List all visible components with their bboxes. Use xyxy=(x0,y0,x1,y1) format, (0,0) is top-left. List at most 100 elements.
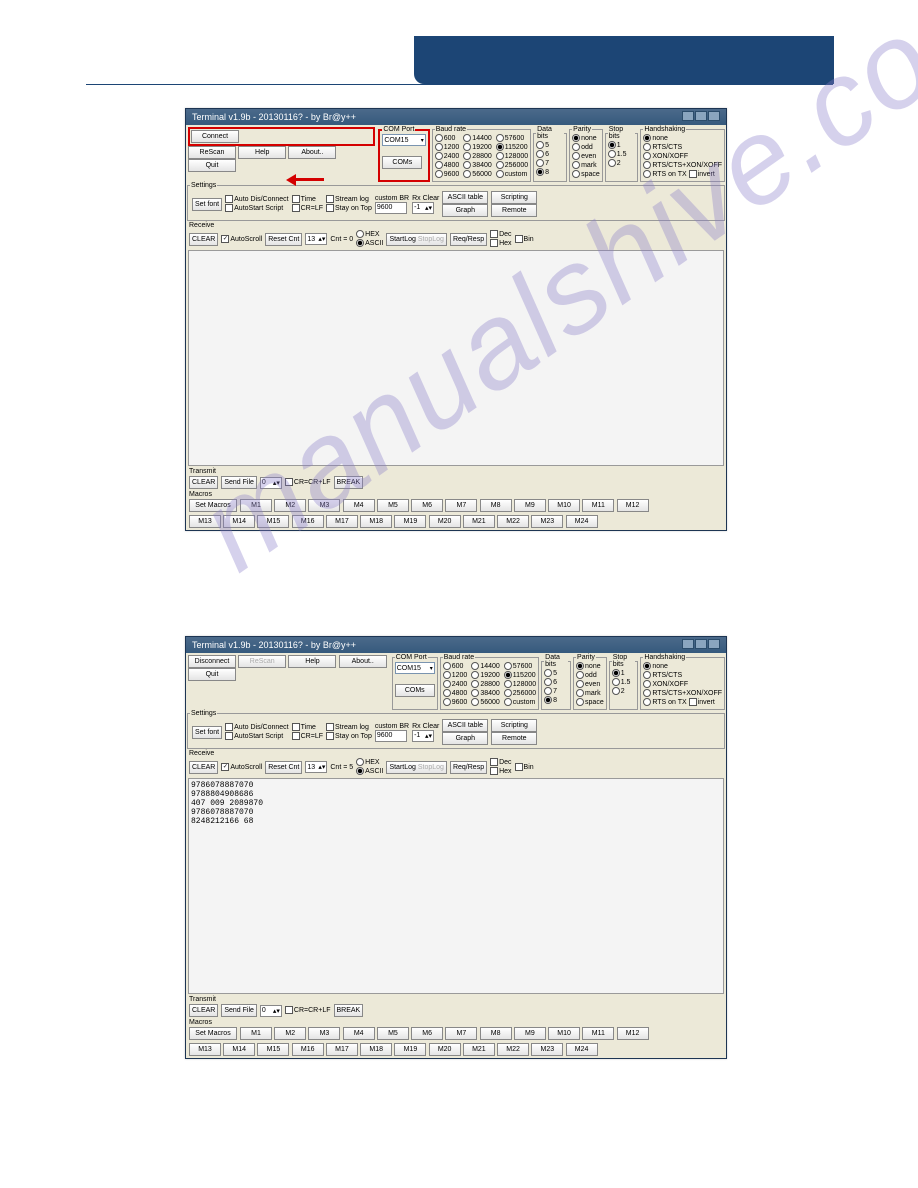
crlf-check[interactable]: CR=LF xyxy=(292,732,323,741)
startlog-button[interactable]: StartLog StopLog xyxy=(386,761,447,774)
macro-m12[interactable]: M12 xyxy=(617,499,649,512)
autoscroll-check[interactable]: AutoScroll xyxy=(221,235,262,244)
baud-256000[interactable]: 256000 xyxy=(504,689,536,698)
macro-m12[interactable]: M12 xyxy=(617,1027,649,1040)
baud-9600[interactable]: 9600 xyxy=(443,698,468,707)
coms-button[interactable]: COMs xyxy=(382,156,422,169)
hex-check[interactable]: Hex xyxy=(490,239,511,248)
custombr-input[interactable]: 9600 xyxy=(375,730,407,742)
cnt-spin[interactable]: 13▴▾ xyxy=(305,233,327,245)
parity-even[interactable]: even xyxy=(572,152,600,161)
macro-m1[interactable]: M1 xyxy=(240,1027,272,1040)
macro-m11[interactable]: M11 xyxy=(582,1027,614,1040)
baud-56000[interactable]: 56000 xyxy=(471,698,499,707)
baud-4800[interactable]: 4800 xyxy=(443,689,468,698)
about-button[interactable]: About.. xyxy=(339,655,387,668)
reqresp-button[interactable]: Req/Resp xyxy=(450,761,487,774)
remote-button[interactable]: Remote xyxy=(491,204,537,217)
tx-spin[interactable]: 0▴▾ xyxy=(260,477,282,489)
macro-m7[interactable]: M7 xyxy=(445,499,477,512)
baud-9600[interactable]: 9600 xyxy=(435,170,460,179)
databits-6[interactable]: 6 xyxy=(536,150,564,159)
rxclear-input[interactable]: -1▴▾ xyxy=(412,202,434,214)
baud-28800[interactable]: 28800 xyxy=(463,152,491,161)
baud-256000[interactable]: 256000 xyxy=(496,161,528,170)
stopbits-2[interactable]: 2 xyxy=(608,159,636,168)
clear-rx-button[interactable]: CLEAR xyxy=(189,233,218,246)
coms-button[interactable]: COMs xyxy=(395,684,435,697)
parity-space[interactable]: space xyxy=(572,170,600,179)
dec-check[interactable]: Dec xyxy=(490,758,511,767)
baud-14400[interactable]: 14400 xyxy=(463,134,491,143)
baud-128000[interactable]: 128000 xyxy=(496,152,528,161)
disconnect-button[interactable]: Disconnect xyxy=(188,655,236,668)
crlf-check[interactable]: CR=LF xyxy=(292,204,323,213)
scripting-button[interactable]: Scripting xyxy=(491,719,537,732)
macro-m23[interactable]: M23 xyxy=(531,1043,563,1056)
hs-rtsontx[interactable]: RTS on TX xyxy=(643,171,686,178)
baud-2400[interactable]: 2400 xyxy=(443,680,468,689)
macro-m15[interactable]: M15 xyxy=(257,515,289,528)
baud-38400[interactable]: 38400 xyxy=(471,689,499,698)
macro-m5[interactable]: M5 xyxy=(377,1027,409,1040)
baud-115200[interactable]: 115200 xyxy=(496,143,528,152)
parity-odd[interactable]: odd xyxy=(572,143,600,152)
hs-rtscts[interactable]: RTS/CTS xyxy=(643,143,722,152)
macro-m9[interactable]: M9 xyxy=(514,1027,546,1040)
databits-6[interactable]: 6 xyxy=(544,678,568,687)
autostart-script[interactable]: AutoStart Script xyxy=(225,732,288,741)
clear-rx-button[interactable]: CLEAR xyxy=(189,761,218,774)
baud-28800[interactable]: 28800 xyxy=(471,680,499,689)
baud-115200[interactable]: 115200 xyxy=(504,671,536,680)
setmacros-button[interactable]: Set Macros xyxy=(189,1027,237,1040)
crcrlf-check[interactable]: CR=CR+LF xyxy=(285,1006,331,1015)
parity-space[interactable]: space xyxy=(576,698,604,707)
macro-m9[interactable]: M9 xyxy=(514,499,546,512)
baud-1200[interactable]: 1200 xyxy=(435,143,460,152)
connect-button[interactable]: Connect xyxy=(191,130,239,143)
hs-rtscts[interactable]: RTS/CTS xyxy=(643,671,722,680)
stopbits-15[interactable]: 1.5 xyxy=(608,150,636,159)
parity-odd[interactable]: odd xyxy=(576,671,604,680)
rx-hex[interactable]: HEX xyxy=(356,230,383,239)
rx-ascii[interactable]: ASCII xyxy=(356,767,383,776)
break-button[interactable]: BREAK xyxy=(334,1004,364,1017)
hs-none[interactable]: none xyxy=(643,662,722,671)
macro-m8[interactable]: M8 xyxy=(480,1027,512,1040)
macro-m11[interactable]: M11 xyxy=(582,499,614,512)
stopbits-15[interactable]: 1.5 xyxy=(612,678,636,687)
macro-m2[interactable]: M2 xyxy=(274,1027,306,1040)
hs-xon[interactable]: XON/XOFF xyxy=(643,680,722,689)
macro-m4[interactable]: M4 xyxy=(343,499,375,512)
databits-7[interactable]: 7 xyxy=(544,687,568,696)
macro-m1[interactable]: M1 xyxy=(240,499,272,512)
macro-m19[interactable]: M19 xyxy=(394,515,426,528)
baud-4800[interactable]: 4800 xyxy=(435,161,460,170)
setfont-button[interactable]: Set font xyxy=(192,726,222,739)
baud-19200[interactable]: 19200 xyxy=(463,143,491,152)
baud-57600[interactable]: 57600 xyxy=(496,134,528,143)
macro-m16[interactable]: M16 xyxy=(292,1043,324,1056)
help-button[interactable]: Help xyxy=(288,655,336,668)
reqresp-button[interactable]: Req/Resp xyxy=(450,233,487,246)
tx-spin[interactable]: 0▴▾ xyxy=(260,1005,282,1017)
macro-m20[interactable]: M20 xyxy=(429,515,461,528)
macro-m6[interactable]: M6 xyxy=(411,499,443,512)
macro-m8[interactable]: M8 xyxy=(480,499,512,512)
bin-check[interactable]: Bin xyxy=(515,763,534,772)
bin-check[interactable]: Bin xyxy=(515,235,534,244)
macro-m21[interactable]: M21 xyxy=(463,1043,495,1056)
clear-tx-button[interactable]: CLEAR xyxy=(189,476,218,489)
custombr-input[interactable]: 9600 xyxy=(375,202,407,214)
graph-button[interactable]: Graph xyxy=(442,732,488,745)
rescan-button[interactable]: ReScan xyxy=(188,146,236,159)
rxclear-input[interactable]: -1▴▾ xyxy=(412,730,434,742)
databits-5[interactable]: 5 xyxy=(544,669,568,678)
macro-m15[interactable]: M15 xyxy=(257,1043,289,1056)
baud-custom[interactable]: custom xyxy=(504,698,536,707)
help-button[interactable]: Help xyxy=(238,146,286,159)
hs-invert[interactable]: invert xyxy=(689,699,715,706)
resetcnt-button[interactable]: Reset Cnt xyxy=(265,761,302,774)
databits-5[interactable]: 5 xyxy=(536,141,564,150)
setfont-button[interactable]: Set font xyxy=(192,198,222,211)
